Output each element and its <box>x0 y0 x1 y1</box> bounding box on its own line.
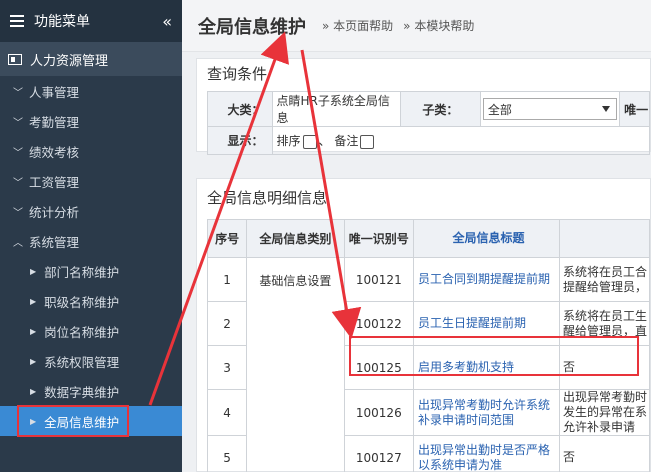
sidebar-item[interactable]: ﹀ 绩效考核 <box>0 136 182 166</box>
unique-id-cell: 100126 <box>343 389 414 436</box>
sidebar-subitem[interactable]: ▶ 岗位名称维护 <box>0 316 182 346</box>
caret-right-icon: ▶ <box>30 296 37 306</box>
subtype-label: 子类： <box>399 91 481 127</box>
sidebar-item-label: 考勤管理 <box>29 114 80 130</box>
sidebar-subitem-label: 数据字典维护 <box>44 384 120 400</box>
info-title-link[interactable]: 出现异常考勤时允许系统 补录申请时间范围 <box>412 389 561 436</box>
chevron-down-icon: ﹀ <box>13 177 23 189</box>
category-label: 大类： <box>207 91 273 127</box>
description-cell: 系统将在员工合 提醒给管理员， <box>559 257 650 302</box>
sidebar-item[interactable]: ﹀ 人事管理 <box>0 76 182 106</box>
sidebar-item-label: 工资管理 <box>29 174 80 190</box>
description-cell: 出现异常考勤时 发生的异常在系 允许补录申请 <box>559 389 650 436</box>
separator: 、 <box>318 134 331 148</box>
sidebar-item-label: 人事管理 <box>29 84 80 100</box>
column-header[interactable] <box>559 219 650 258</box>
row-number: 2 <box>206 301 248 346</box>
sidebar-subitem-label: 部门名称维护 <box>44 264 120 280</box>
page-header: 全局信息维护 » 本页面帮助 » 本模块帮助 <box>182 0 651 52</box>
sidebar-subitem[interactable]: ▶ 职级名称维护 <box>0 286 182 316</box>
chevron-down-icon: ﹀ <box>13 147 23 159</box>
remark-checkbox[interactable] <box>360 134 375 149</box>
detail-panel: 全局信息明细信息 序号 全局信息类别 唯一识别号 全局信息标题 1 基础信息设置 1001… <box>196 178 651 472</box>
sort-checkbox[interactable] <box>302 134 317 149</box>
query-panel: 查询条件 大类： 点睛HR子系统全局信息 子类： 全部 唯一 显示： 排序、 备 <box>196 58 651 155</box>
sidebar-item[interactable]: ﹀ 统计分析 <box>0 196 182 226</box>
display-label: 显示： <box>207 126 273 155</box>
sidebar: 功能菜单 « 人力资源管理 ﹀ 人事管理 ﹀ 考勤管理 ﹀ 绩效考核 ﹀ 工资管理 ﹀ 统计分析 ︿… <box>0 0 182 472</box>
sidebar-header: 功能菜单 « <box>0 0 182 42</box>
sort-label: 排序 <box>276 134 301 148</box>
sidebar-subitem-label: 岗位名称维护 <box>44 324 120 340</box>
caret-right-icon: ▶ <box>30 326 37 336</box>
sidebar-item-label: 统计分析 <box>29 204 80 220</box>
sidebar-subitem[interactable]: ▶ 系统权限管理 <box>0 346 182 376</box>
collapse-icon[interactable]: « <box>162 12 172 31</box>
display-options: 排序 、 备注 <box>271 126 651 155</box>
id-card-icon <box>8 53 22 65</box>
description-cell: 否 <box>559 435 650 472</box>
unique-id-cell: 100121 <box>343 257 414 302</box>
info-title-link[interactable]: 出现异常出勤时是否严格 以系统申请为准 <box>412 435 561 472</box>
page-title: 全局信息维护 <box>198 16 306 38</box>
table-row[interactable]: 1 基础信息设置 100121 员工合同到期提醒提前期 系统将在员工合 提醒给管理员， <box>206 257 650 472</box>
sidebar-subitem[interactable]: ▶ 部门名称维护 <box>0 256 182 286</box>
row-number: 4 <box>206 389 248 436</box>
category-value[interactable]: 点睛HR子系统全局信息 <box>271 91 401 127</box>
sidebar-item-label: 绩效考核 <box>29 144 80 160</box>
caret-right-icon: ▶ <box>30 386 37 396</box>
query-form: 大类： 点睛HR子系统全局信息 子类： 全部 唯一 显示： 排序 、 备注 <box>207 91 651 155</box>
menu-icon <box>10 12 24 30</box>
column-header[interactable]: 全局信息标题 <box>412 219 561 258</box>
sidebar-subitem-label: 系统权限管理 <box>44 354 120 370</box>
row-number: 5 <box>206 435 248 472</box>
sidebar-item[interactable]: ﹀ 考勤管理 <box>0 106 182 136</box>
unique-id-label: 唯一 <box>619 91 650 127</box>
row-number: 1 <box>206 257 248 302</box>
page-help-link[interactable]: » 本页面帮助 <box>322 17 393 34</box>
sidebar-subitem[interactable]: ▶ 数据字典维护 <box>0 376 182 406</box>
module-label: 人力资源管理 <box>30 53 109 69</box>
caret-right-icon: ▶ <box>30 266 37 276</box>
main-content: 全局信息维护 » 本页面帮助 » 本模块帮助 查询条件 大类： 点睛HR子系统全… <box>182 0 651 472</box>
module-help-link[interactable]: » 本模块帮助 <box>403 17 474 34</box>
row-number: 3 <box>206 345 248 390</box>
subtype-select-value: 全部 <box>487 102 512 117</box>
dropdown-arrow-icon <box>602 106 611 112</box>
sidebar-subitem-label: 职级名称维护 <box>44 294 120 310</box>
sidebar-item[interactable]: ﹀ 工资管理 <box>0 166 182 196</box>
module-title[interactable]: 人力资源管理 <box>0 42 182 76</box>
column-header[interactable]: 全局信息类别 <box>246 219 345 258</box>
chevron-up-icon: ︿ <box>13 237 23 249</box>
chevron-down-icon: ﹀ <box>13 117 23 129</box>
subtype-select[interactable]: 全部 <box>482 98 618 120</box>
sidebar-header-label: 功能菜单 <box>34 14 90 30</box>
category-cell: 基础信息设置 <box>246 257 345 472</box>
row-highlight-box <box>349 336 639 376</box>
sidebar-item-label: 系统管理 <box>29 234 80 250</box>
column-header[interactable]: 序号 <box>206 219 248 258</box>
sidebar-item[interactable]: ︿ 系统管理 <box>0 226 182 256</box>
query-panel-title: 查询条件 <box>207 65 268 83</box>
unique-id-cell: 100127 <box>343 435 414 472</box>
remark-label: 备注 <box>334 134 359 148</box>
chevron-down-icon: ﹀ <box>13 207 23 219</box>
caret-right-icon: ▶ <box>30 356 37 366</box>
chevron-down-icon: ﹀ <box>13 87 23 99</box>
info-title-link[interactable]: 员工合同到期提醒提前期 <box>412 257 561 302</box>
detail-panel-title: 全局信息明细信息 <box>207 189 328 207</box>
column-header[interactable]: 唯一识别号 <box>343 219 414 258</box>
active-menu-highlight-box <box>17 405 129 437</box>
